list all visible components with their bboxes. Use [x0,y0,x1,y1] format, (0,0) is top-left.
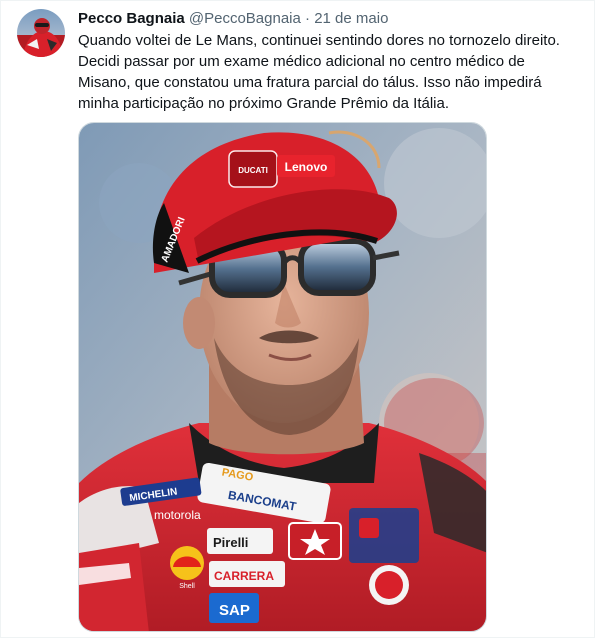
suit-logo-shell: Shell [179,583,195,590]
tweet-text-line: Quando voltei de Le Mans, continuei sent… [78,32,560,49]
tweet-text: Quando voltei de Le Mans, continuei sent… [78,30,583,114]
author-display-name[interactable]: Pecco Bagnaia [78,10,185,27]
suit-logo-sap: SAP [219,602,250,619]
header-separator: · [305,10,311,27]
cap-logo-ducati: DUCATI [238,166,268,175]
tweet-text-line: Misano, que constatou uma fratura parcia… [78,74,542,91]
tweet-date[interactable]: 21 de maio [314,10,388,27]
suit-logo-pirelli: Pirelli [213,535,248,550]
tweet-text-line: minha participação no próximo Grande Prê… [78,95,450,112]
rider-portrait-image: DUCATI Lenovo AMADORI PAGO BANCOMAT MICH… [79,123,486,631]
suit-logo-motorola: motorola [154,508,201,522]
cap-logo-lenovo: Lenovo [285,160,328,174]
tweet-header: Pecco Bagnaia @PeccoBagnaia · 21 de maio [78,9,388,29]
tweet-media-photo[interactable]: DUCATI Lenovo AMADORI PAGO BANCOMAT MICH… [78,122,487,632]
tweet-card: Pecco Bagnaia @PeccoBagnaia · 21 de maio… [0,0,595,638]
author-handle[interactable]: @PeccoBagnaia [189,10,301,27]
suit-logo-carrera: CARRERA [214,569,274,583]
avatar[interactable] [17,9,65,57]
tweet-text-line: Decidi passar por um exame médico adicio… [78,53,525,70]
avatar-image [17,9,65,57]
